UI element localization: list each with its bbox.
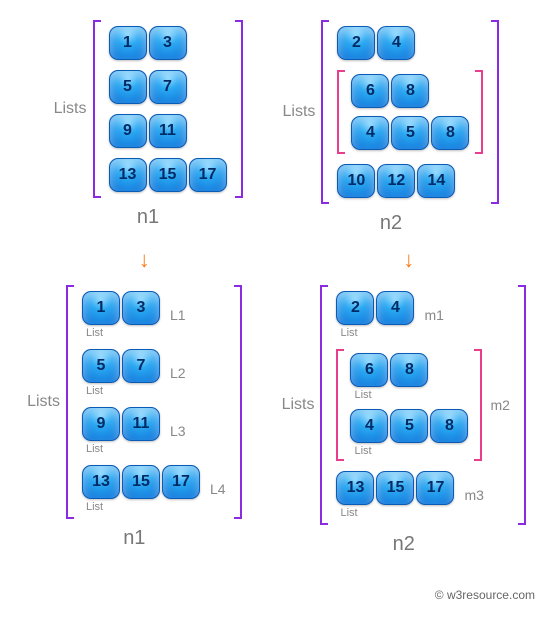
inner-group: 68 List 458 List m2 xyxy=(336,349,509,461)
row-tag: m2 xyxy=(490,397,509,413)
row-tag: L1 xyxy=(170,307,186,323)
list-item: 24 xyxy=(337,26,483,60)
panel-bottom-n2: Lists 24 List m1 68 xyxy=(282,285,526,556)
diagram-root: Lists 13 57 911 131517 n1 Lists 24 xyxy=(12,20,541,602)
list-item: 13 xyxy=(109,26,227,60)
panel-bottom-n1: Lists 13 List L1 57 List xyxy=(27,285,241,556)
bracket-left xyxy=(321,20,329,204)
inner-group: 68 458 xyxy=(337,70,483,154)
bracket-left-pink xyxy=(336,349,344,461)
list-mini-label: List xyxy=(86,501,103,513)
row-tag: m1 xyxy=(424,307,443,323)
bracket-right xyxy=(234,285,242,519)
list-item: 911 xyxy=(109,114,227,148)
stack-bottom-n1: 13 List L1 57 List L2 91 xyxy=(80,285,228,519)
bracket-left-pink xyxy=(337,70,345,154)
credit-label: © w3resource.com xyxy=(12,588,535,602)
row-tag: L3 xyxy=(170,423,186,439)
bracket-left xyxy=(320,285,328,525)
bracket-left xyxy=(66,285,74,519)
bracket-right xyxy=(518,285,526,525)
list-item: 131517 xyxy=(109,158,227,192)
list-item: 68 xyxy=(351,74,469,108)
list-mini-label: List xyxy=(354,389,371,401)
list-mini-label: List xyxy=(354,445,371,457)
list-mini-label: List xyxy=(340,507,357,519)
bracket-right xyxy=(235,20,243,198)
bracket-right xyxy=(491,20,499,204)
lists-label: Lists xyxy=(27,393,60,411)
bottom-row: Lists 13 List L1 57 List xyxy=(12,285,541,556)
lists-label: Lists xyxy=(54,100,87,118)
list-item: 911 List L3 xyxy=(82,407,226,455)
lists-label: Lists xyxy=(282,396,315,414)
list-item: 57 List L2 xyxy=(82,349,226,397)
arrow-row: ↓ ↓ xyxy=(12,247,541,273)
list-item: 24 List m1 xyxy=(336,291,509,339)
list-item: 68 List xyxy=(350,353,468,401)
list-item: 458 List xyxy=(350,409,468,457)
list-item: 57 xyxy=(109,70,227,104)
bracket-left xyxy=(93,20,101,198)
list-item: 101214 xyxy=(337,164,483,198)
var-name: n1 xyxy=(123,527,145,550)
arrow-down-icon: ↓ xyxy=(139,247,150,273)
lists-label: Lists xyxy=(283,103,316,121)
row-tag: m3 xyxy=(464,487,483,503)
panel-top-n2: Lists 24 68 458 101214 n2 xyxy=(283,20,500,235)
list-mini-label: List xyxy=(86,443,103,455)
stack-bottom-n2: 24 List m1 68 List 4 xyxy=(334,285,511,525)
bracket-right-pink xyxy=(475,70,483,154)
list-item: 131517 List m3 xyxy=(336,471,509,519)
panel-top-n1: Lists 13 57 911 131517 n1 xyxy=(54,20,243,235)
list-mini-label: List xyxy=(86,385,103,397)
arrow-down-icon: ↓ xyxy=(403,247,414,273)
list-item: 458 xyxy=(351,116,469,150)
list-mini-label: List xyxy=(340,327,357,339)
stack-top-n2: 24 68 458 101214 xyxy=(335,20,485,204)
var-name: n2 xyxy=(380,212,402,235)
var-name: n1 xyxy=(137,206,159,229)
top-row: Lists 13 57 911 131517 n1 Lists 24 xyxy=(12,20,541,235)
list-item: 131517 List L4 xyxy=(82,465,226,513)
bracket-right-pink xyxy=(474,349,482,461)
row-tag: L2 xyxy=(170,365,186,381)
list-mini-label: List xyxy=(86,327,103,339)
row-tag: L4 xyxy=(210,481,226,497)
var-name: n2 xyxy=(393,533,415,556)
list-item: 13 List L1 xyxy=(82,291,226,339)
stack-top-n1: 13 57 911 131517 xyxy=(107,20,229,198)
